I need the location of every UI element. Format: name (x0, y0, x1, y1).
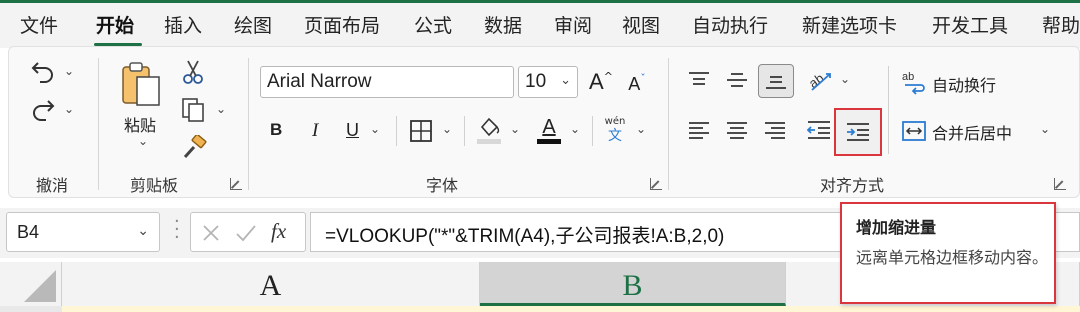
formula-controls: fx (190, 212, 306, 252)
phonetic-top: wén (604, 116, 626, 127)
tab-formulas[interactable]: 公式 (414, 11, 452, 38)
group-divider (668, 58, 669, 190)
fill-color-icon[interactable] (474, 114, 504, 146)
font-group-label: 字体 (426, 176, 459, 195)
tab-draw[interactable]: 绘图 (234, 11, 272, 38)
select-all-corner[interactable] (0, 262, 62, 306)
font-size-box[interactable]: 10 ⌄ (518, 66, 578, 98)
formula-bar-resize-handle[interactable]: · · · (174, 213, 180, 247)
merge-center-label[interactable]: 合并后居中 (932, 120, 1012, 144)
paste-dropdown-icon[interactable]: ⌄ (138, 134, 148, 148)
merge-center-dropdown-icon[interactable]: ⌄ (1040, 122, 1050, 136)
svg-text:ab: ab (902, 71, 914, 83)
tooltip-description: 远离单元格边框移动内容。 (856, 248, 1049, 267)
column-header-a[interactable]: A (62, 262, 480, 306)
phonetic-dropdown-icon[interactable]: ⌄ (636, 122, 646, 136)
bold-button[interactable]: B (270, 120, 282, 140)
align-left-icon[interactable] (684, 116, 714, 144)
font-launcher-icon[interactable] (650, 178, 662, 190)
borders-icon[interactable] (406, 116, 436, 146)
fill-color-dropdown-icon[interactable]: ⌄ (510, 122, 520, 136)
group-divider (98, 58, 99, 190)
row-header (0, 306, 62, 312)
tab-help[interactable]: 帮助 (1042, 11, 1080, 38)
alignment-launcher-icon[interactable] (1054, 178, 1066, 190)
ribbon-tab-bar: 文件 开始 插入 绘图 页面布局 公式 数据 审阅 视图 自动执行 新建选项卡 … (0, 0, 1080, 48)
font-name-value: Arial Narrow (267, 71, 372, 92)
divider (592, 116, 593, 146)
align-middle-icon[interactable] (722, 66, 752, 94)
divider (396, 116, 397, 146)
tab-page-layout[interactable]: 页面布局 (304, 11, 380, 38)
chevron-down-icon: ⌄ (560, 73, 571, 88)
undo-icon[interactable] (28, 56, 58, 86)
divider (888, 66, 889, 154)
decrease-indent-icon[interactable] (804, 116, 834, 144)
group-divider (248, 58, 249, 190)
align-center-icon[interactable] (722, 116, 752, 144)
copy-dropdown-icon[interactable]: ⌄ (216, 102, 226, 116)
chevron-down-icon: ⌄ (137, 223, 149, 239)
font-size-value: 10 (525, 71, 547, 92)
wrap-text-icon[interactable]: ab (900, 68, 928, 96)
copy-icon[interactable] (180, 96, 206, 124)
align-top-icon[interactable] (684, 66, 714, 94)
underline-dropdown-icon[interactable]: ⌄ (370, 122, 380, 136)
column-header-b[interactable]: B (480, 262, 786, 306)
grow-font-glyph: A (589, 69, 604, 94)
enter-icon[interactable] (235, 223, 257, 243)
clipboard-group-label: 剪贴板 (130, 176, 179, 195)
undo-group-label: 撤消 (36, 176, 69, 195)
tab-developer[interactable]: 开发工具 (932, 11, 1008, 38)
insert-function-button[interactable]: fx (271, 219, 286, 244)
cell-row[interactable] (62, 306, 1080, 312)
phonetic-guide-icon[interactable]: wén 文 (600, 112, 630, 146)
shrink-font-glyph: A (628, 73, 641, 94)
divider (464, 116, 465, 146)
merge-center-icon[interactable] (900, 118, 928, 144)
decrease-font-size-icon[interactable]: Aˇ (622, 68, 652, 100)
alignment-group-label: 对齐方式 (820, 176, 885, 195)
formula-text: =VLOOKUP("*"&TRIM(A4),子公司报表!A:B,2,0) (325, 226, 725, 247)
undo-dropdown-icon[interactable]: ⌄ (64, 64, 74, 78)
cut-icon[interactable] (180, 58, 206, 86)
tooltip-title: 增加缩进量 (856, 218, 937, 237)
redo-dropdown-icon[interactable]: ⌄ (64, 102, 74, 116)
font-color-dropdown-icon[interactable]: ⌄ (570, 122, 580, 136)
clipboard-launcher-icon[interactable] (230, 178, 242, 190)
align-bottom-icon (761, 67, 791, 95)
italic-button[interactable]: I (312, 120, 318, 142)
font-name-box[interactable]: Arial Narrow (260, 66, 514, 98)
tab-home[interactable]: 开始 (96, 11, 134, 38)
paste-icon[interactable] (118, 58, 166, 110)
cancel-icon[interactable] (201, 223, 221, 243)
format-painter-icon[interactable] (180, 134, 208, 162)
paste-label[interactable]: 粘贴 (124, 112, 156, 136)
tab-file[interactable]: 文件 (20, 11, 58, 38)
tab-data[interactable]: 数据 (484, 11, 522, 38)
name-box[interactable]: B4 ⌄ (6, 212, 160, 252)
name-box-value: B4 (17, 222, 40, 242)
underline-button[interactable]: U (346, 120, 359, 141)
orientation-dropdown-icon[interactable]: ⌄ (840, 72, 850, 86)
increase-indent-tooltip: 增加缩进量 远离单元格边框移动内容。 (840, 202, 1056, 304)
wrap-text-label[interactable]: 自动换行 (932, 72, 996, 96)
tab-view[interactable]: 视图 (622, 11, 660, 38)
increase-font-size-icon[interactable]: A ^ (586, 66, 616, 98)
borders-dropdown-icon[interactable]: ⌄ (442, 122, 452, 136)
font-color-icon[interactable]: A (534, 114, 564, 146)
phonetic-bottom: 文 (607, 128, 622, 144)
font-color-glyph: A (542, 116, 556, 138)
tab-new-tab[interactable]: 新建选项卡 (802, 11, 897, 38)
orientation-icon[interactable]: ab (804, 64, 836, 96)
align-right-icon[interactable] (760, 116, 790, 144)
redo-icon[interactable] (28, 94, 58, 124)
increase-indent-icon (843, 118, 873, 146)
tab-insert[interactable]: 插入 (164, 11, 202, 38)
tab-review[interactable]: 审阅 (554, 11, 592, 38)
tab-automate[interactable]: 自动执行 (692, 11, 768, 38)
